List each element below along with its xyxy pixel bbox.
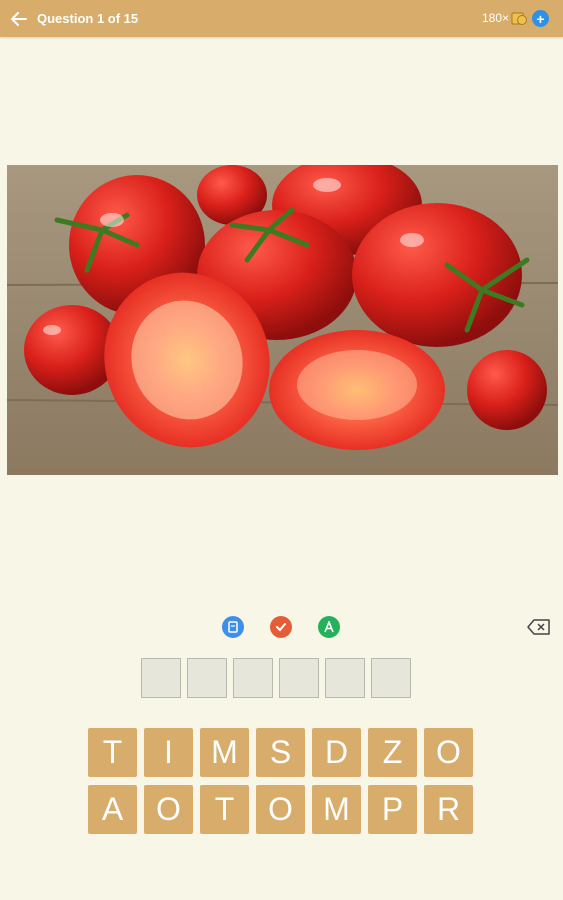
letter-key[interactable]: A (88, 785, 137, 834)
letter-key[interactable]: T (88, 728, 137, 777)
letter-key[interactable]: R (424, 785, 473, 834)
top-bar: Question 1 of 15 180× + (0, 0, 563, 37)
arrow-left-icon (11, 12, 27, 26)
letter-key[interactable]: I (144, 728, 193, 777)
question-image (7, 165, 558, 475)
letter-key[interactable]: M (312, 785, 361, 834)
letter-key[interactable]: P (368, 785, 417, 834)
hint-letter-button[interactable] (318, 616, 340, 638)
answer-slot[interactable] (371, 658, 411, 698)
plus-icon: + (536, 10, 545, 27)
letter-keyboard: T I M S D Z O A O T O M P R (88, 728, 488, 842)
letter-key[interactable]: Z (368, 728, 417, 777)
book-icon (228, 621, 238, 633)
answer-slots (141, 658, 411, 698)
letter-a-icon (324, 621, 334, 633)
coins-icon (511, 12, 527, 25)
letter-key[interactable]: T (200, 785, 249, 834)
answer-slot[interactable] (141, 658, 181, 698)
page-title: Question 1 of 15 (37, 11, 139, 26)
letter-key[interactable]: O (424, 728, 473, 777)
letter-key[interactable]: S (256, 728, 305, 777)
hint-solve-button[interactable] (270, 616, 292, 638)
backspace-icon[interactable] (527, 618, 551, 636)
answer-slot[interactable] (233, 658, 273, 698)
coin-count: 180× (481, 11, 509, 25)
answer-slot[interactable] (325, 658, 365, 698)
hint-reveal-button[interactable] (222, 616, 244, 638)
letter-key[interactable]: O (144, 785, 193, 834)
back-button[interactable] (8, 8, 30, 30)
answer-slot[interactable] (187, 658, 227, 698)
letter-key[interactable]: D (312, 728, 361, 777)
add-coins-button[interactable]: + (532, 10, 549, 27)
check-icon (276, 623, 286, 632)
letter-key[interactable]: M (200, 728, 249, 777)
answer-slot[interactable] (279, 658, 319, 698)
letter-key[interactable]: O (256, 785, 305, 834)
